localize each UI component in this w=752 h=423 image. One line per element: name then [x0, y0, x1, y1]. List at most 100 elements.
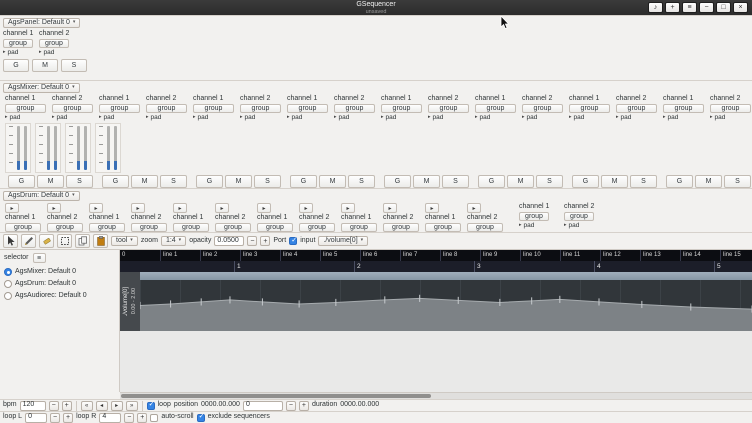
drum-pad-button[interactable]: ▸ [5, 203, 19, 213]
group-button[interactable]: group [240, 104, 281, 113]
group-button[interactable]: group [5, 104, 46, 113]
bpm-spinbox[interactable]: 120 [20, 401, 46, 411]
offset-spinbox[interactable]: 0 [243, 401, 283, 411]
group-button[interactable]: group [89, 223, 125, 232]
group-button[interactable]: group [215, 223, 251, 232]
edit-tool-button[interactable] [21, 234, 36, 248]
solo-toggle-button[interactable]: S [66, 175, 93, 188]
port-dropdown[interactable]: ./volume[0] ▾ [318, 236, 368, 246]
forward-button[interactable]: » [126, 401, 138, 411]
pad-expander[interactable]: ▸ pad [240, 114, 255, 122]
group-button[interactable]: group [52, 104, 93, 113]
group-button[interactable]: group [383, 223, 419, 232]
drum-pad-button[interactable]: ▸ [383, 203, 397, 213]
group-button[interactable]: group [616, 104, 657, 113]
mixer-machine-selector[interactable]: AgsMixer: Default 0 ▾ [3, 83, 80, 93]
volume-slider[interactable] [54, 126, 57, 170]
group-button[interactable]: group [663, 104, 704, 113]
group-button[interactable]: group [173, 223, 209, 232]
volume-slider-unit[interactable] [35, 123, 61, 173]
group-toggle-button[interactable]: G [8, 175, 35, 188]
select-tool-button[interactable] [57, 234, 72, 248]
position-tool-button[interactable] [3, 234, 18, 248]
pad-expander[interactable]: ▸ pad [381, 114, 396, 122]
loop-left-spinbox[interactable]: 0 [25, 413, 47, 423]
group-button[interactable]: group [287, 104, 328, 113]
notation-button[interactable]: ♪ [648, 2, 663, 13]
gms-toggle-button[interactable]: S [61, 59, 87, 72]
rewind-button[interactable]: « [81, 401, 93, 411]
group-toggle-button[interactable]: G [478, 175, 505, 188]
exclude-sequencers-checkbox[interactable] [197, 414, 205, 422]
group-button[interactable]: group [47, 223, 83, 232]
pad-expander[interactable]: ▸ pad [99, 114, 114, 122]
drum-pad-button[interactable]: ▸ [257, 203, 271, 213]
group-button[interactable]: group [341, 223, 377, 232]
pad-expander[interactable]: ▸ pad [428, 114, 443, 122]
group-button[interactable]: group [131, 223, 167, 232]
mute-toggle-button[interactable]: M [507, 175, 534, 188]
opacity-decrement-button[interactable]: − [247, 236, 257, 246]
solo-toggle-button[interactable]: S [630, 175, 657, 188]
drum-pad-button[interactable]: ▸ [131, 203, 145, 213]
clear-tool-button[interactable] [39, 234, 54, 248]
auto-scroll-checkbox[interactable] [150, 414, 158, 422]
automation-lane[interactable] [140, 272, 752, 331]
pad-expander[interactable]: ▸ pad [475, 114, 490, 122]
input-checkbox[interactable] [289, 237, 297, 245]
group-button[interactable]: group [381, 104, 422, 113]
pad-expander[interactable]: ▸ pad [334, 114, 349, 122]
pad-expander[interactable]: ▸ pad [39, 49, 54, 57]
loop-left-increment-button[interactable]: + [63, 413, 73, 423]
group-button[interactable]: group [257, 223, 293, 232]
group-toggle-button[interactable]: G [102, 175, 129, 188]
group-button[interactable]: group [522, 104, 563, 113]
pad-expander[interactable]: ▸ pad [146, 114, 161, 122]
radio-button[interactable] [4, 280, 12, 288]
drum-pad-button[interactable]: ▸ [425, 203, 439, 213]
next-button[interactable]: ▸ [111, 401, 123, 411]
group-toggle-button[interactable]: G [666, 175, 693, 188]
add-machine-button[interactable]: + [665, 2, 680, 13]
pad-expander[interactable]: ▸ pad [616, 114, 631, 122]
mute-toggle-button[interactable]: M [225, 175, 252, 188]
group-button[interactable]: group [39, 39, 69, 48]
group-button[interactable]: group [564, 212, 594, 221]
mute-toggle-button[interactable]: M [37, 175, 64, 188]
loop-right-decrement-button[interactable]: − [124, 413, 134, 423]
drum-pad-button[interactable]: ▸ [341, 203, 355, 213]
maximize-button[interactable]: □ [716, 2, 731, 13]
drum-pad-button[interactable]: ▸ [89, 203, 103, 213]
machine-radio-item[interactable]: AgsMixer: Default 0 [4, 268, 115, 276]
tool-dropdown[interactable]: tool ▾ [111, 236, 138, 246]
volume-slider-unit[interactable] [65, 123, 91, 173]
drum-pad-button[interactable]: ▸ [173, 203, 187, 213]
solo-toggle-button[interactable]: S [536, 175, 563, 188]
radio-button[interactable] [4, 268, 12, 276]
loop-left-decrement-button[interactable]: − [50, 413, 60, 423]
zoom-dropdown[interactable]: 1:4 ▾ [161, 236, 186, 246]
opacity-increment-button[interactable]: + [260, 236, 270, 246]
loop-right-spinbox[interactable]: 4 [99, 413, 121, 423]
group-button[interactable]: group [99, 104, 140, 113]
group-button[interactable]: group [428, 104, 469, 113]
pad-expander[interactable]: ▸ pad [569, 114, 584, 122]
radio-button[interactable] [4, 292, 12, 300]
mute-toggle-button[interactable]: M [131, 175, 158, 188]
solo-toggle-button[interactable]: S [254, 175, 281, 188]
opacity-spinbox[interactable]: 0.0500 [214, 236, 244, 246]
paste-button[interactable] [93, 234, 108, 248]
minimize-button[interactable]: − [699, 2, 714, 13]
pad-expander[interactable]: ▸ pad [5, 114, 20, 122]
offset-decrement-button[interactable]: − [286, 401, 296, 411]
drum-machine-selector[interactable]: AgsDrum: Default 0 ▾ [3, 191, 80, 201]
loop-right-increment-button[interactable]: + [137, 413, 147, 423]
drum-pad-button[interactable]: ▸ [215, 203, 229, 213]
group-toggle-button[interactable]: G [384, 175, 411, 188]
machine-radio-item[interactable]: AgsDrum: Default 0 [4, 280, 115, 288]
pad-expander[interactable]: ▸ pad [52, 114, 67, 122]
pad-expander[interactable]: ▸ pad [3, 49, 18, 57]
pad-expander[interactable]: ▸ pad [710, 114, 725, 122]
gms-toggle-button[interactable]: G [3, 59, 29, 72]
bpm-increment-button[interactable]: + [62, 401, 72, 411]
